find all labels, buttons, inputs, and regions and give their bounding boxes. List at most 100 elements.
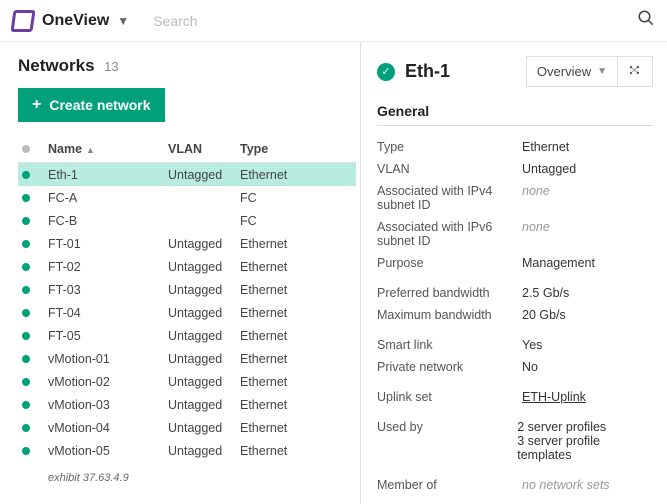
k-ipv4: Associated with IPv4 subnet ID xyxy=(377,184,522,212)
logo-icon xyxy=(10,10,35,32)
v-uplink[interactable]: ETH-Uplink xyxy=(522,390,586,404)
v-ipv6: none xyxy=(522,220,550,248)
status-ok-icon xyxy=(22,424,30,432)
v-member: no network sets xyxy=(522,478,610,492)
cell-name: vMotion-05 xyxy=(44,439,164,462)
status-ok-icon xyxy=(22,194,30,202)
table-row[interactable]: FT-04UntaggedEthernet xyxy=(18,301,356,324)
cell-vlan: Untagged xyxy=(164,255,236,278)
k-purpose: Purpose xyxy=(377,256,522,270)
create-label: Create network xyxy=(49,97,150,113)
cell-type: FC xyxy=(236,186,356,209)
table-row[interactable]: vMotion-01UntaggedEthernet xyxy=(18,347,356,370)
cell-type: Ethernet xyxy=(236,416,356,439)
table-row[interactable]: vMotion-03UntaggedEthernet xyxy=(18,393,356,416)
cell-name: vMotion-04 xyxy=(44,416,164,439)
k-prefbw: Preferred bandwidth xyxy=(377,286,522,300)
status-ok-icon xyxy=(22,447,30,455)
section-general: General xyxy=(377,103,653,126)
chevron-down-icon[interactable]: ▼ xyxy=(117,14,129,28)
cell-type: Ethernet xyxy=(236,278,356,301)
search-icon[interactable] xyxy=(637,9,655,32)
cell-vlan: Untagged xyxy=(164,324,236,347)
cell-type: FC xyxy=(236,209,356,232)
page-title: Networks xyxy=(18,56,95,75)
topbar: OneView ▼ Search xyxy=(0,0,667,42)
table-row[interactable]: vMotion-02UntaggedEthernet xyxy=(18,370,356,393)
plus-icon: + xyxy=(32,96,41,114)
brand-name: OneView xyxy=(42,12,109,30)
cell-vlan xyxy=(164,209,236,232)
status-ok-icon xyxy=(22,240,30,248)
search-input[interactable]: Search xyxy=(153,13,637,29)
k-ipv6: Associated with IPv6 subnet ID xyxy=(377,220,522,248)
chevron-down-icon: ▼ xyxy=(597,66,607,77)
status-ok-icon xyxy=(22,171,30,179)
k-type: Type xyxy=(377,140,522,154)
v-usedby-2[interactable]: 3 server profile templates xyxy=(517,434,653,462)
v-prefbw: 2.5 Gb/s xyxy=(522,286,569,300)
status-ok-icon xyxy=(22,263,30,271)
cell-type: Ethernet xyxy=(236,255,356,278)
status-ok-icon xyxy=(22,355,30,363)
table-row[interactable]: vMotion-04UntaggedEthernet xyxy=(18,416,356,439)
cell-name: FC-B xyxy=(44,209,164,232)
cell-type: Ethernet xyxy=(236,370,356,393)
v-ipv4: none xyxy=(522,184,550,212)
v-maxbw: 20 Gb/s xyxy=(522,308,566,322)
cell-name: FT-05 xyxy=(44,324,164,347)
view-dropdown[interactable]: Overview▼ xyxy=(527,58,617,85)
cell-vlan: Untagged xyxy=(164,347,236,370)
cell-vlan: Untagged xyxy=(164,439,236,462)
status-ok-icon xyxy=(22,309,30,317)
cell-type: Ethernet xyxy=(236,301,356,324)
cell-name: FT-04 xyxy=(44,301,164,324)
col-type[interactable]: Type xyxy=(236,136,356,163)
k-maxbw: Maximum bandwidth xyxy=(377,308,522,322)
status-ok-icon xyxy=(22,378,30,386)
cell-type: Ethernet xyxy=(236,232,356,255)
k-vlan: VLAN xyxy=(377,162,522,176)
status-ok-icon xyxy=(22,332,30,340)
status-ok-icon xyxy=(22,286,30,294)
cell-name: vMotion-01 xyxy=(44,347,164,370)
cell-name: vMotion-03 xyxy=(44,393,164,416)
table-row[interactable]: vMotion-05UntaggedEthernet xyxy=(18,439,356,462)
table-row[interactable]: FT-02UntaggedEthernet xyxy=(18,255,356,278)
cell-vlan: Untagged xyxy=(164,416,236,439)
cell-name: FT-01 xyxy=(44,232,164,255)
cell-vlan xyxy=(164,186,236,209)
cell-vlan: Untagged xyxy=(164,163,236,187)
table-row[interactable]: FT-05UntaggedEthernet xyxy=(18,324,356,347)
v-type: Ethernet xyxy=(522,140,569,154)
v-usedby-1[interactable]: 2 server profiles xyxy=(517,420,653,434)
cell-type: Ethernet xyxy=(236,439,356,462)
col-name[interactable]: Name▲ xyxy=(44,136,164,163)
v-priv: No xyxy=(522,360,538,374)
cell-vlan: Untagged xyxy=(164,232,236,255)
detail-title: Eth-1 xyxy=(405,61,526,82)
sort-asc-icon: ▲ xyxy=(86,145,95,155)
col-status[interactable] xyxy=(18,136,44,163)
cell-vlan: Untagged xyxy=(164,393,236,416)
col-vlan[interactable]: VLAN xyxy=(164,136,236,163)
status-ok-icon xyxy=(22,217,30,225)
cell-name: FC-A xyxy=(44,186,164,209)
create-network-button[interactable]: + Create network xyxy=(18,88,165,122)
actions-button[interactable] xyxy=(617,57,652,86)
status-ok-icon xyxy=(22,401,30,409)
networks-panel: Networks 13 + Create network Name▲ VLAN … xyxy=(0,42,360,504)
table-row[interactable]: Eth-1UntaggedEthernet xyxy=(18,163,356,187)
table-row[interactable]: FT-01UntaggedEthernet xyxy=(18,232,356,255)
status-icon xyxy=(22,145,30,153)
table-row[interactable]: FC-B FC xyxy=(18,209,356,232)
table-row[interactable]: FC-A FC xyxy=(18,186,356,209)
v-smart: Yes xyxy=(522,338,542,352)
table-row[interactable]: FT-03UntaggedEthernet xyxy=(18,278,356,301)
exhibit-label: exhibit 37.63.4.9 xyxy=(48,472,356,484)
detail-panel: ✓ Eth-1 Overview▼ General TypeEthernet V… xyxy=(360,42,667,504)
v-purpose: Management xyxy=(522,256,595,270)
networks-table: Name▲ VLAN Type Eth-1UntaggedEthernetFC-… xyxy=(18,136,356,462)
cell-type: Ethernet xyxy=(236,393,356,416)
k-uplink: Uplink set xyxy=(377,390,522,404)
